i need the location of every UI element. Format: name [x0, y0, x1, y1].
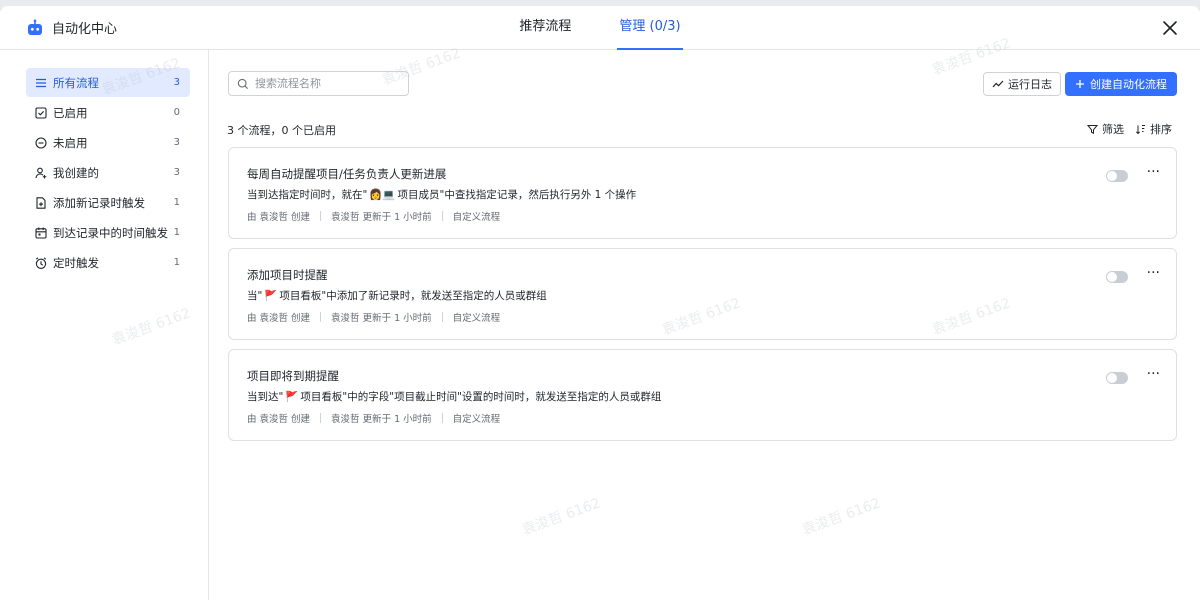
flow-enable-toggle[interactable]: [1106, 372, 1128, 384]
flow-desc-prefix: 当到达指定时间时，就在": [247, 188, 368, 201]
filter-label: 筛选: [1102, 123, 1124, 136]
modal-body: 所有流程 3 已启用 0 未启用 3 我创建的 3 添加新记录时触发 1 到达记…: [0, 50, 1200, 600]
check-square-icon: [35, 106, 47, 119]
flow-updated: 袁浚哲 更新于 1 小时前: [331, 414, 432, 425]
main-panel: 运行日志 创建自动化流程 3 个流程，0 个已启用 筛选 排序 每周自动提醒项目…: [209, 50, 1200, 600]
more-options-icon[interactable]: ···: [1147, 164, 1160, 180]
sort-label: 排序: [1150, 123, 1172, 136]
sidebar-item-label: 已启用: [53, 105, 88, 120]
flow-creator: 由 袁浚哲 创建: [247, 313, 311, 324]
flow-title: 每周自动提醒项目/任务负责人更新进展: [247, 167, 447, 181]
flow-summary: 3 个流程，0 个已启用: [227, 124, 336, 137]
doc-add-icon: [36, 196, 46, 209]
flow-meta: 由 袁浚哲 创建 袁浚哲 更新于 1 小时前 自定义流程: [247, 209, 1158, 223]
flow-updated: 袁浚哲 更新于 1 小时前: [331, 212, 432, 223]
table-emoji-icon: 👩💻: [369, 188, 396, 201]
more-options-icon[interactable]: ···: [1147, 366, 1160, 382]
run-log-label: 运行日志: [1008, 78, 1052, 91]
close-icon[interactable]: [1160, 18, 1180, 38]
flag-icon: 🚩: [285, 390, 299, 403]
sidebar-item-enabled[interactable]: 已启用 0: [26, 98, 190, 127]
sidebar-item-count: 1: [173, 227, 180, 238]
list-icon: [36, 78, 46, 87]
sidebar-item-mine[interactable]: 我创建的 3: [26, 158, 190, 187]
tab-manage[interactable]: 管理 (0/3): [617, 6, 683, 50]
filter-button[interactable]: 筛选: [1087, 121, 1124, 137]
flow-kind: 自定义流程: [452, 313, 501, 324]
sidebar: 所有流程 3 已启用 0 未启用 3 我创建的 3 添加新记录时触发 1 到达记…: [0, 50, 209, 600]
create-flow-button[interactable]: 创建自动化流程: [1065, 72, 1177, 96]
flow-desc-suffix: 项目成员"中查找指定记录，然后执行另外 1 个操作: [397, 188, 637, 201]
sidebar-item-count: 3: [173, 77, 180, 88]
flow-title: 添加项目时提醒: [247, 268, 328, 282]
sidebar-item-label: 未启用: [53, 135, 88, 150]
flag-icon: 🚩: [264, 289, 278, 302]
flow-desc-suffix: 项目看板"中的字段"项目截止时间"设置的时间时，就发送至指定的人员或群组: [300, 390, 662, 403]
meta-divider: [441, 211, 443, 221]
sidebar-item-count: 3: [173, 137, 180, 148]
sidebar-item-count: 1: [173, 257, 180, 268]
create-flow-label: 创建自动化流程: [1090, 78, 1167, 91]
sidebar-item-label: 定时触发: [53, 255, 99, 270]
calendar-icon: [35, 227, 47, 239]
meta-divider: [441, 312, 443, 322]
sidebar-item-label: 添加新记录时触发: [53, 195, 145, 210]
automation-modal: 自动化中心 推荐流程 管理 (0/3) 所有流程 3 已启用 0 未启用 3 我…: [0, 6, 1200, 600]
header-tabs: 推荐流程 管理 (0/3): [0, 6, 1200, 50]
sidebar-item-label: 所有流程: [53, 75, 99, 90]
meta-divider: [320, 211, 322, 221]
meta-divider: [320, 312, 322, 322]
flow-enable-toggle[interactable]: [1106, 170, 1128, 182]
flow-list: 每周自动提醒项目/任务负责人更新进展 当到达指定时间时，就在" 👩💻 项目成员"…: [228, 147, 1177, 450]
user-add-icon: [35, 167, 47, 178]
flow-card[interactable]: 项目即将到期提醒 当到达" 🚩 项目看板"中的字段"项目截止时间"设置的时间时，…: [228, 349, 1177, 441]
alarm-icon: [35, 256, 47, 269]
minus-circle-icon: [35, 136, 47, 149]
flow-meta: 由 袁浚哲 创建 袁浚哲 更新于 1 小时前 自定义流程: [247, 411, 1158, 425]
sidebar-item-record-time-trigger[interactable]: 到达记录中的时间触发 1: [26, 218, 190, 247]
modal-header: 自动化中心 推荐流程 管理 (0/3): [0, 6, 1200, 50]
flow-kind: 自定义流程: [452, 414, 501, 425]
sidebar-item-all[interactable]: 所有流程 3: [26, 68, 190, 97]
flow-updated: 袁浚哲 更新于 1 小时前: [331, 313, 432, 324]
flow-meta: 由 袁浚哲 创建 袁浚哲 更新于 1 小时前 自定义流程: [247, 310, 1158, 324]
flow-description: 当到达" 🚩 项目看板"中的字段"项目截止时间"设置的时间时，就发送至指定的人员…: [247, 389, 1158, 403]
more-options-icon[interactable]: ···: [1147, 265, 1160, 281]
sidebar-item-label: 到达记录中的时间触发: [53, 225, 168, 240]
tab-recommended[interactable]: 推荐流程: [517, 6, 573, 50]
sidebar-item-count: 1: [173, 197, 180, 208]
sort-button[interactable]: 排序: [1135, 121, 1172, 137]
search-input[interactable]: [255, 77, 400, 90]
meta-divider: [441, 413, 443, 423]
trend-icon: [992, 80, 1004, 88]
sidebar-item-count: 3: [173, 167, 180, 178]
flow-description: 当" 🚩 项目看板"中添加了新记录时，就发送至指定的人员或群组: [247, 288, 1158, 302]
flow-card[interactable]: 添加项目时提醒 当" 🚩 项目看板"中添加了新记录时，就发送至指定的人员或群组 …: [228, 248, 1177, 340]
search-icon: [237, 78, 248, 89]
meta-divider: [320, 413, 322, 423]
sidebar-item-label: 我创建的: [53, 165, 99, 180]
flow-enable-toggle[interactable]: [1106, 271, 1128, 283]
flow-card[interactable]: 每周自动提醒项目/任务负责人更新进展 当到达指定时间时，就在" 👩💻 项目成员"…: [228, 147, 1177, 239]
run-log-button[interactable]: 运行日志: [983, 72, 1061, 96]
sort-icon: [1135, 124, 1145, 134]
flow-kind: 自定义流程: [452, 212, 501, 223]
flow-desc-prefix: 当": [247, 289, 263, 302]
flow-description: 当到达指定时间时，就在" 👩💻 项目成员"中查找指定记录，然后执行另外 1 个操…: [247, 187, 1158, 201]
search-box[interactable]: [228, 71, 409, 96]
flow-title: 项目即将到期提醒: [247, 369, 339, 383]
flow-creator: 由 袁浚哲 创建: [247, 414, 311, 425]
flow-desc-prefix: 当到达": [247, 390, 284, 403]
flow-desc-suffix: 项目看板"中添加了新记录时，就发送至指定的人员或群组: [279, 289, 547, 302]
filter-icon: [1087, 124, 1098, 134]
sidebar-item-count: 0: [173, 107, 180, 118]
flow-creator: 由 袁浚哲 创建: [247, 212, 311, 223]
sidebar-item-new-record-trigger[interactable]: 添加新记录时触发 1: [26, 188, 190, 217]
plus-icon: [1076, 80, 1084, 88]
sidebar-item-scheduled-trigger[interactable]: 定时触发 1: [26, 248, 190, 277]
sidebar-item-disabled[interactable]: 未启用 3: [26, 128, 190, 157]
